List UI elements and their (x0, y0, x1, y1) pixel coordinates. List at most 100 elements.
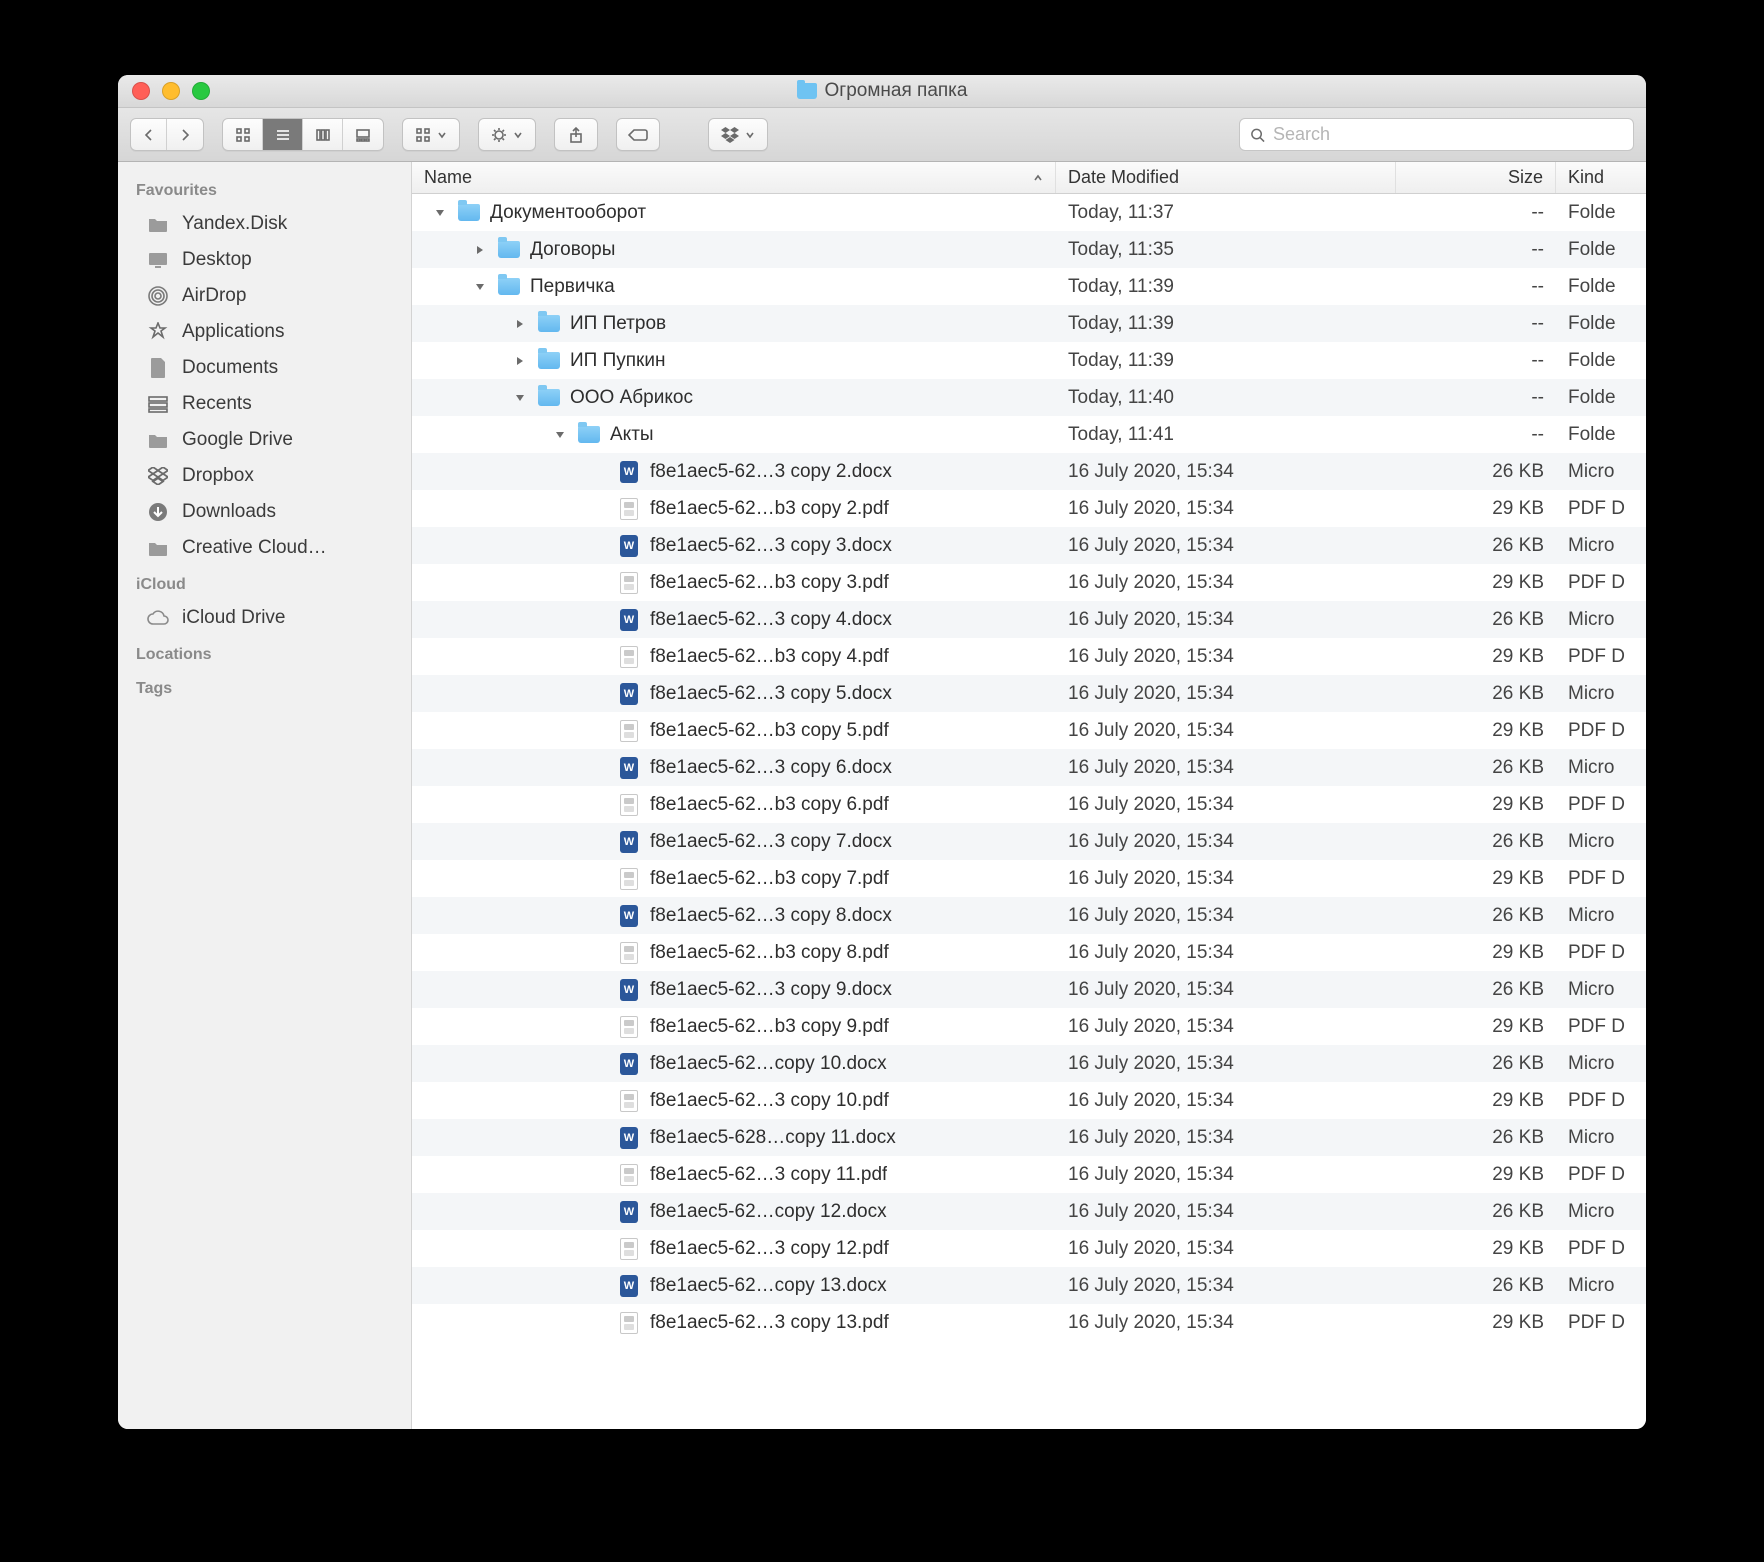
gallery-view-button[interactable] (343, 119, 383, 150)
sidebar-item-label: Google Drive (182, 429, 293, 451)
sidebar-item[interactable]: Documents (118, 350, 411, 386)
file-name: Акты (610, 424, 654, 446)
file-row[interactable]: f8e1aec5-62…b3 copy 7.pdf16 July 2020, 1… (412, 860, 1646, 897)
file-name: f8e1aec5-62…b3 copy 2.pdf (650, 498, 889, 520)
disclosure-triangle[interactable] (472, 242, 488, 258)
sidebar-item[interactable]: Recents (118, 386, 411, 422)
file-row[interactable]: f8e1aec5-62…3 copy 2.docx16 July 2020, 1… (412, 453, 1646, 490)
list-view-button[interactable] (263, 119, 303, 150)
sidebar-item[interactable]: Google Drive (118, 422, 411, 458)
file-name: f8e1aec5-62…b3 copy 4.pdf (650, 646, 889, 668)
file-row[interactable]: f8e1aec5-62…b3 copy 5.pdf16 July 2020, 1… (412, 712, 1646, 749)
file-kind: PDF D (1556, 646, 1646, 668)
file-row[interactable]: f8e1aec5-62…3 copy 11.pdf16 July 2020, 1… (412, 1156, 1646, 1193)
file-row[interactable]: f8e1aec5-62…b3 copy 8.pdf16 July 2020, 1… (412, 934, 1646, 971)
disclosure-triangle[interactable] (472, 279, 488, 295)
minimize-window-button[interactable] (162, 82, 180, 100)
pdf-doc-icon (618, 498, 640, 520)
sidebar-item[interactable]: Yandex.Disk (118, 206, 411, 242)
back-button[interactable] (131, 119, 167, 150)
file-size: 29 KB (1396, 572, 1556, 594)
column-date-label: Date Modified (1068, 167, 1179, 188)
file-row[interactable]: f8e1aec5-62…3 copy 7.docx16 July 2020, 1… (412, 823, 1646, 860)
column-name-label: Name (424, 167, 472, 188)
dropbox-icon (146, 466, 170, 486)
file-row[interactable]: f8e1aec5-628…copy 11.docx16 July 2020, 1… (412, 1119, 1646, 1156)
sidebar-item[interactable]: Downloads (118, 494, 411, 530)
nav-buttons (130, 118, 204, 151)
file-row[interactable]: ИП ПупкинToday, 11:39--Folde (412, 342, 1646, 379)
file-row[interactable]: f8e1aec5-62…3 copy 4.docx16 July 2020, 1… (412, 601, 1646, 638)
disclosure-triangle[interactable] (512, 353, 528, 369)
group-by-button[interactable] (402, 118, 460, 151)
file-row[interactable]: ДокументооборотToday, 11:37--Folde (412, 194, 1646, 231)
file-row[interactable]: f8e1aec5-62…3 copy 8.docx16 July 2020, 1… (412, 897, 1646, 934)
file-row[interactable]: ДоговорыToday, 11:35--Folde (412, 231, 1646, 268)
file-row[interactable]: ПервичкаToday, 11:39--Folde (412, 268, 1646, 305)
disclosure-triangle[interactable] (552, 427, 568, 443)
file-size: 26 KB (1396, 1053, 1556, 1075)
file-row[interactable]: ИП ПетровToday, 11:39--Folde (412, 305, 1646, 342)
close-window-button[interactable] (132, 82, 150, 100)
file-size: 26 KB (1396, 461, 1556, 483)
folder-icon (538, 313, 560, 335)
sidebar-section-header: iCloud (118, 566, 411, 600)
file-date: 16 July 2020, 15:34 (1056, 1090, 1396, 1112)
disclosure-triangle[interactable] (432, 205, 448, 221)
file-size: 29 KB (1396, 1090, 1556, 1112)
file-row[interactable]: f8e1aec5-62…3 copy 13.pdf16 July 2020, 1… (412, 1304, 1646, 1341)
file-row[interactable]: f8e1aec5-62…3 copy 9.docx16 July 2020, 1… (412, 971, 1646, 1008)
file-rows[interactable]: ДокументооборотToday, 11:37--FoldeДогово… (412, 194, 1646, 1429)
column-date[interactable]: Date Modified (1056, 162, 1396, 193)
file-size: 26 KB (1396, 979, 1556, 1001)
file-row[interactable]: f8e1aec5-62…3 copy 6.docx16 July 2020, 1… (412, 749, 1646, 786)
icon-view-button[interactable] (223, 119, 263, 150)
zoom-window-button[interactable] (192, 82, 210, 100)
search-input[interactable] (1273, 124, 1623, 145)
tags-button[interactable] (616, 118, 660, 151)
sidebar-item[interactable]: Desktop (118, 242, 411, 278)
file-row[interactable]: f8e1aec5-62…b3 copy 6.pdf16 July 2020, 1… (412, 786, 1646, 823)
sidebar-item[interactable]: AirDrop (118, 278, 411, 314)
file-row[interactable]: f8e1aec5-62…b3 copy 2.pdf16 July 2020, 1… (412, 490, 1646, 527)
file-row[interactable]: f8e1aec5-62…3 copy 12.pdf16 July 2020, 1… (412, 1230, 1646, 1267)
file-name: f8e1aec5-62…3 copy 4.docx (650, 609, 892, 631)
sidebar-item[interactable]: Dropbox (118, 458, 411, 494)
titlebar[interactable]: Огромная папка (118, 75, 1646, 108)
file-row[interactable]: f8e1aec5-62…copy 10.docx16 July 2020, 15… (412, 1045, 1646, 1082)
disclosure-triangle (592, 501, 608, 517)
file-row[interactable]: f8e1aec5-62…3 copy 10.pdf16 July 2020, 1… (412, 1082, 1646, 1119)
file-size: 29 KB (1396, 868, 1556, 890)
file-row[interactable]: f8e1aec5-62…b3 copy 3.pdf16 July 2020, 1… (412, 564, 1646, 601)
file-row[interactable]: ООО АбрикосToday, 11:40--Folde (412, 379, 1646, 416)
toolbar (118, 108, 1646, 162)
file-row[interactable]: АктыToday, 11:41--Folde (412, 416, 1646, 453)
forward-button[interactable] (167, 119, 203, 150)
sidebar-item[interactable]: Creative Cloud… (118, 530, 411, 566)
file-size: -- (1396, 424, 1556, 446)
column-kind[interactable]: Kind (1556, 162, 1646, 193)
column-name[interactable]: Name (412, 162, 1056, 193)
file-row[interactable]: f8e1aec5-62…copy 13.docx16 July 2020, 15… (412, 1267, 1646, 1304)
chevron-down-icon (745, 130, 755, 140)
file-name: Первичка (530, 276, 615, 298)
sidebar-item[interactable]: Applications (118, 314, 411, 350)
file-row[interactable]: f8e1aec5-62…b3 copy 9.pdf16 July 2020, 1… (412, 1008, 1646, 1045)
sidebar-item[interactable]: iCloud Drive (118, 600, 411, 636)
file-date: 16 July 2020, 15:34 (1056, 831, 1396, 853)
file-row[interactable]: f8e1aec5-62…b3 copy 4.pdf16 July 2020, 1… (412, 638, 1646, 675)
file-name: f8e1aec5-62…copy 13.docx (650, 1275, 887, 1297)
action-menu-button[interactable] (478, 118, 536, 151)
column-size[interactable]: Size (1396, 162, 1556, 193)
word-doc-icon (618, 535, 640, 557)
file-row[interactable]: f8e1aec5-62…3 copy 5.docx16 July 2020, 1… (412, 675, 1646, 712)
dropbox-menu-button[interactable] (708, 118, 768, 151)
column-view-button[interactable] (303, 119, 343, 150)
file-name: f8e1aec5-62…b3 copy 6.pdf (650, 794, 889, 816)
file-row[interactable]: f8e1aec5-62…copy 12.docx16 July 2020, 15… (412, 1193, 1646, 1230)
disclosure-triangle[interactable] (512, 390, 528, 406)
disclosure-triangle[interactable] (512, 316, 528, 332)
file-row[interactable]: f8e1aec5-62…3 copy 3.docx16 July 2020, 1… (412, 527, 1646, 564)
search-field[interactable] (1239, 118, 1634, 151)
share-button[interactable] (554, 118, 598, 151)
